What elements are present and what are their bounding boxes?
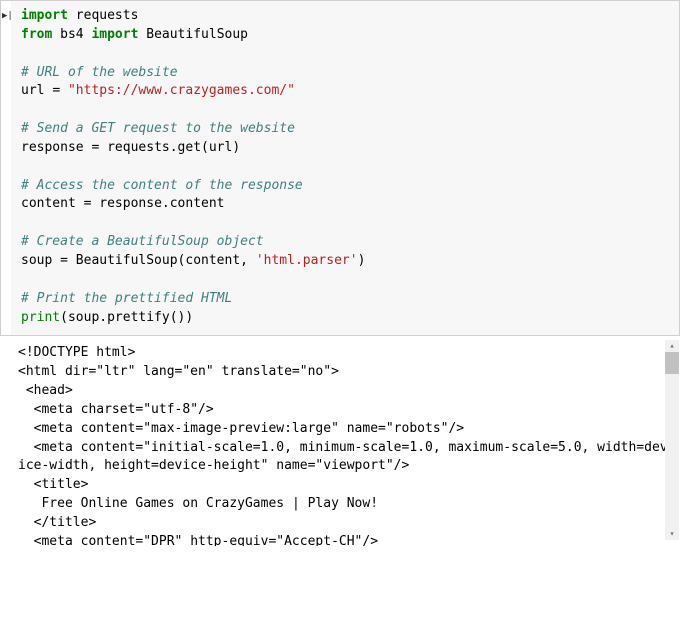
code-token: url <box>21 83 52 98</box>
code-token: response <box>21 140 91 155</box>
scroll-up-icon[interactable]: ▴ <box>665 340 679 352</box>
output-line: </title> <box>18 515 96 530</box>
output-line: <meta content="max-image-preview:large" … <box>18 421 464 436</box>
operator: = <box>52 83 60 98</box>
builtin-print: print <box>21 310 60 325</box>
output-line: <html dir="ltr" lang="en" translate="no"… <box>18 364 339 379</box>
output-line: Free Online Games on CrazyGames | Play N… <box>18 496 378 511</box>
output-area: <!DOCTYPE html> <html dir="ltr" lang="en… <box>0 336 680 546</box>
string-literal: 'html.parser' <box>256 253 358 268</box>
output-line: <!DOCTYPE html> <box>18 345 135 360</box>
scrollbar[interactable]: ▴ ▾ <box>665 340 679 540</box>
output-line: <meta content="DPR" http-equiv="Accept-C… <box>18 534 378 547</box>
code-cell: ▶| import requests from bs4 import Beaut… <box>0 0 680 336</box>
output-line: <meta content="initial-scale=1.0, minimu… <box>18 440 668 474</box>
code-token: response.content <box>91 196 224 211</box>
cell-output[interactable]: <!DOCTYPE html> <html dir="ltr" lang="en… <box>0 336 680 546</box>
comment: # Create a BeautifulSoup object <box>21 234 264 249</box>
code-token: BeautifulSoup <box>138 27 248 42</box>
scroll-thumb[interactable] <box>665 352 679 374</box>
code-token: content <box>21 196 84 211</box>
comment: # Print the prettified HTML <box>21 291 232 306</box>
code-token: BeautifulSoup(content, <box>68 253 256 268</box>
keyword-import: import <box>91 27 138 42</box>
scroll-down-icon[interactable]: ▾ <box>665 528 679 540</box>
code-token: requests.get(url) <box>99 140 240 155</box>
output-line: <head> <box>18 383 73 398</box>
code-token: requests <box>68 8 138 23</box>
code-token: bs4 <box>52 27 91 42</box>
keyword-from: from <box>21 27 52 42</box>
string-literal: "https://www.crazygames.com/" <box>68 83 295 98</box>
prompt-gutter: ▶| <box>1 1 11 335</box>
code-token: (soup.prettify()) <box>60 310 193 325</box>
output-line: <title> <box>18 477 88 492</box>
comment: # Send a GET request to the website <box>21 121 295 136</box>
comment: # URL of the website <box>21 65 178 80</box>
code-token <box>60 83 68 98</box>
operator: = <box>60 253 68 268</box>
code-token: soup <box>21 253 60 268</box>
output-line: <meta charset="utf-8"/> <box>18 402 214 417</box>
keyword-import: import <box>21 8 68 23</box>
code-token: ) <box>358 253 366 268</box>
code-input[interactable]: import requests from bs4 import Beautifu… <box>11 1 679 335</box>
comment: # Access the content of the response <box>21 178 303 193</box>
